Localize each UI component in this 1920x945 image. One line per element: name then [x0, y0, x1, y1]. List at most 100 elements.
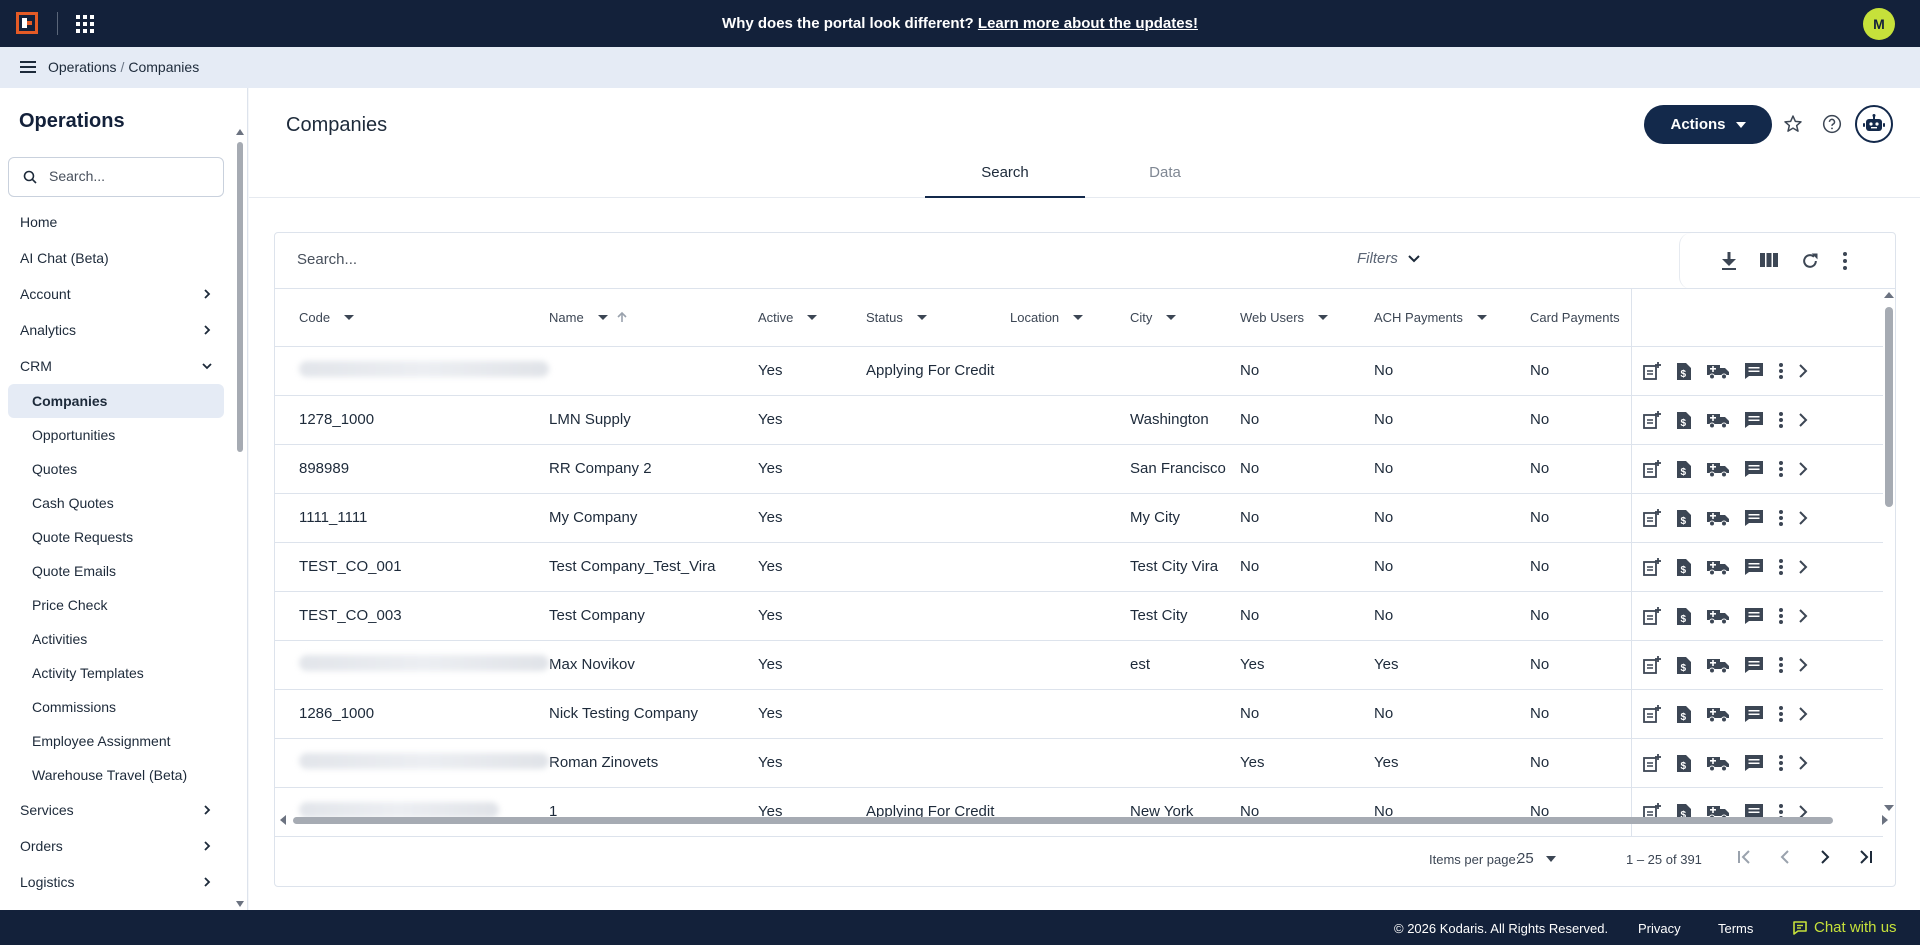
col-card-payments[interactable]: Card Payments — [1530, 289, 1631, 347]
add-note-icon[interactable] — [1642, 361, 1662, 381]
table-row[interactable]: 1286_1000 Nick Testing Company Yes No No No $ — [275, 689, 1883, 739]
truck-icon[interactable] — [1706, 558, 1730, 576]
sort-caret-icon[interactable] — [1073, 314, 1084, 320]
table-row[interactable]: 898989 RR Company 2 Yes San Francisco No No No… — [275, 444, 1883, 494]
footer-privacy-link[interactable]: Privacy — [1638, 921, 1681, 936]
sidebar-item-quote-requests[interactable]: Quote Requests — [0, 520, 232, 554]
table-row[interactable]: 1111_1111 My Company Yes My City No No No $ — [275, 493, 1883, 543]
table-vertical-scrollbar[interactable] — [1883, 289, 1895, 814]
chevron-right-icon[interactable] — [1798, 510, 1808, 525]
table-row[interactable]: Max Novikov Yes est Yes Yes No $ — [275, 640, 1883, 690]
truck-icon[interactable] — [1706, 607, 1730, 625]
scroll-left-icon[interactable] — [279, 814, 287, 826]
chevron-right-icon[interactable] — [202, 325, 212, 335]
add-note-icon[interactable] — [1642, 557, 1662, 577]
comment-icon[interactable] — [1744, 656, 1764, 674]
sidebar-item-warehouse-travel-beta[interactable]: Warehouse Travel (Beta) — [0, 758, 232, 792]
chat-with-us-button[interactable]: Chat with us — [1792, 919, 1897, 936]
scroll-up-icon[interactable] — [235, 128, 245, 136]
truck-icon[interactable] — [1706, 754, 1730, 772]
add-note-icon[interactable] — [1642, 606, 1662, 626]
add-note-icon[interactable] — [1642, 655, 1662, 675]
sort-caret-icon[interactable] — [916, 314, 927, 320]
footer-terms-link[interactable]: Terms — [1718, 921, 1753, 936]
scroll-right-icon[interactable] — [1881, 814, 1889, 826]
refresh-icon[interactable] — [1800, 251, 1820, 271]
comment-icon[interactable] — [1744, 509, 1764, 527]
comment-icon[interactable] — [1744, 705, 1764, 723]
previous-page-icon[interactable] — [1777, 849, 1793, 865]
chevron-right-icon[interactable] — [202, 877, 212, 887]
sidebar-item-logistics[interactable]: Logistics — [0, 864, 232, 900]
sidebar-item-price-check[interactable]: Price Check — [0, 588, 232, 622]
dollar-document-icon[interactable]: $ — [1676, 508, 1692, 528]
add-note-icon[interactable] — [1642, 459, 1662, 479]
chevron-right-icon[interactable] — [202, 805, 212, 815]
col-status[interactable]: Status — [866, 289, 1010, 347]
table-row[interactable]: TEST_CO_001 Test Company_Test_Vira Yes Test… — [275, 542, 1883, 592]
banner-learn-more-link[interactable]: Learn more about the updates! — [978, 15, 1198, 32]
more-vert-icon[interactable] — [1778, 362, 1784, 380]
chevron-right-icon[interactable] — [1798, 755, 1808, 770]
truck-icon[interactable] — [1706, 362, 1730, 380]
first-page-icon[interactable] — [1737, 849, 1753, 865]
sidebar-item-home[interactable]: Home — [0, 204, 232, 240]
add-note-icon[interactable] — [1642, 704, 1662, 724]
add-note-icon[interactable] — [1642, 410, 1662, 430]
filters-button[interactable]: Filters — [1357, 250, 1420, 267]
sort-up-arrow-icon[interactable] — [616, 311, 628, 323]
dollar-document-icon[interactable]: $ — [1676, 704, 1692, 724]
more-vert-icon[interactable] — [1778, 509, 1784, 527]
comment-icon[interactable] — [1744, 362, 1764, 380]
more-vert-icon[interactable] — [1778, 607, 1784, 625]
sidebar-item-activities[interactable]: Activities — [0, 622, 232, 656]
sidebar-item-quote-emails[interactable]: Quote Emails — [0, 554, 232, 588]
more-vert-icon[interactable] — [1842, 251, 1848, 271]
sidebar-item-cash-quotes[interactable]: Cash Quotes — [0, 486, 232, 520]
sidebar-item-opportunities[interactable]: Opportunities — [0, 418, 232, 452]
chevron-down-icon[interactable] — [202, 361, 212, 371]
dollar-document-icon[interactable]: $ — [1676, 753, 1692, 773]
truck-icon[interactable] — [1706, 460, 1730, 478]
truck-icon[interactable] — [1706, 411, 1730, 429]
chevron-right-icon[interactable] — [1798, 559, 1808, 574]
dollar-document-icon[interactable]: $ — [1676, 557, 1692, 577]
help-icon[interactable] — [1822, 114, 1842, 134]
more-vert-icon[interactable] — [1778, 705, 1784, 723]
chevron-right-icon[interactable] — [1798, 363, 1808, 378]
comment-icon[interactable] — [1744, 754, 1764, 772]
star-icon[interactable] — [1783, 114, 1803, 134]
sidebar-item-crm[interactable]: CRM — [0, 348, 232, 384]
truck-icon[interactable] — [1706, 705, 1730, 723]
dollar-document-icon[interactable]: $ — [1676, 361, 1692, 381]
tab-data[interactable]: Data — [1085, 164, 1245, 198]
truck-icon[interactable] — [1706, 656, 1730, 674]
sidebar-item-quotes[interactable]: Quotes — [0, 452, 232, 486]
user-avatar[interactable]: M — [1863, 8, 1895, 40]
comment-icon[interactable] — [1744, 607, 1764, 625]
chevron-right-icon[interactable] — [1798, 412, 1808, 427]
col-location[interactable]: Location — [1010, 289, 1130, 347]
dollar-document-icon[interactable]: $ — [1676, 459, 1692, 479]
sidebar-search[interactable] — [8, 157, 224, 197]
chevron-right-icon[interactable] — [1798, 461, 1808, 476]
sort-caret-icon[interactable] — [1166, 314, 1177, 320]
sidebar-item-activity-templates[interactable]: Activity Templates — [0, 656, 232, 690]
comment-icon[interactable] — [1744, 460, 1764, 478]
col-name[interactable]: Name — [549, 289, 758, 347]
chevron-right-icon[interactable] — [1798, 706, 1808, 721]
more-vert-icon[interactable] — [1778, 411, 1784, 429]
add-note-icon[interactable] — [1642, 508, 1662, 528]
dollar-document-icon[interactable]: $ — [1676, 606, 1692, 626]
dollar-document-icon[interactable]: $ — [1676, 655, 1692, 675]
table-row[interactable]: Roman Zinovets Yes Yes Yes No $ — [275, 738, 1883, 788]
download-icon[interactable] — [1720, 251, 1738, 271]
col-code[interactable]: Code — [275, 289, 549, 347]
more-vert-icon[interactable] — [1778, 558, 1784, 576]
col-active[interactable]: Active — [758, 289, 866, 347]
comment-icon[interactable] — [1744, 558, 1764, 576]
dollar-document-icon[interactable]: $ — [1676, 410, 1692, 430]
actions-button[interactable]: Actions — [1644, 105, 1772, 144]
sidebar-item-companies[interactable]: Companies — [8, 384, 224, 418]
table-horizontal-scrollbar[interactable] — [277, 814, 1895, 826]
